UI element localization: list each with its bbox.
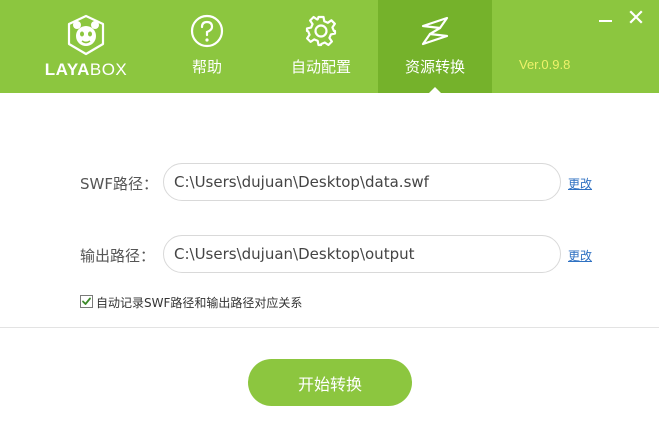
monkey-logo-icon	[67, 14, 105, 56]
logo-text-light: BOX	[89, 60, 128, 79]
close-icon	[629, 10, 643, 24]
minimize-button[interactable]	[597, 8, 615, 26]
output-path-input[interactable]	[163, 235, 561, 273]
layabox-logo: LAYABOX	[38, 10, 134, 86]
tab-help-label: 帮助	[191, 58, 222, 76]
logo-text-bold: LAYA	[44, 60, 90, 79]
checkmark-icon	[82, 297, 91, 305]
gear-icon	[305, 15, 337, 47]
output-change-link[interactable]: 更改	[568, 247, 592, 264]
auto-record-label: 自动记录SWF路径和输出路径对应关系	[96, 296, 303, 310]
auto-record-checkbox[interactable]	[80, 295, 93, 308]
divider	[0, 327, 659, 328]
tab-auto-config[interactable]: 自动配置	[264, 0, 378, 93]
swf-path-label: SWF路径：	[80, 175, 158, 193]
start-convert-button[interactable]: 开始转换	[248, 359, 412, 406]
tab-resource-convert[interactable]: 资源转换	[378, 0, 492, 93]
logo-text: LAYABOX	[38, 60, 134, 80]
output-path-label: 输出路径：	[80, 247, 156, 265]
swf-path-input[interactable]	[163, 163, 561, 201]
swf-change-link[interactable]: 更改	[568, 175, 592, 192]
tab-auto-config-label: 自动配置	[290, 58, 351, 76]
help-icon	[190, 14, 224, 48]
tab-resource-convert-label: 资源转换	[404, 58, 465, 76]
active-tab-caret	[429, 87, 441, 93]
tab-help[interactable]: 帮助	[150, 0, 264, 93]
minimize-icon	[599, 20, 612, 22]
close-button[interactable]	[627, 8, 645, 26]
header-bar: LAYABOX 帮助 自动配置 资源转换 Ver.0.9.8	[0, 0, 659, 93]
version-label: Ver.0.9.8	[519, 57, 571, 72]
convert-icon	[421, 16, 449, 46]
